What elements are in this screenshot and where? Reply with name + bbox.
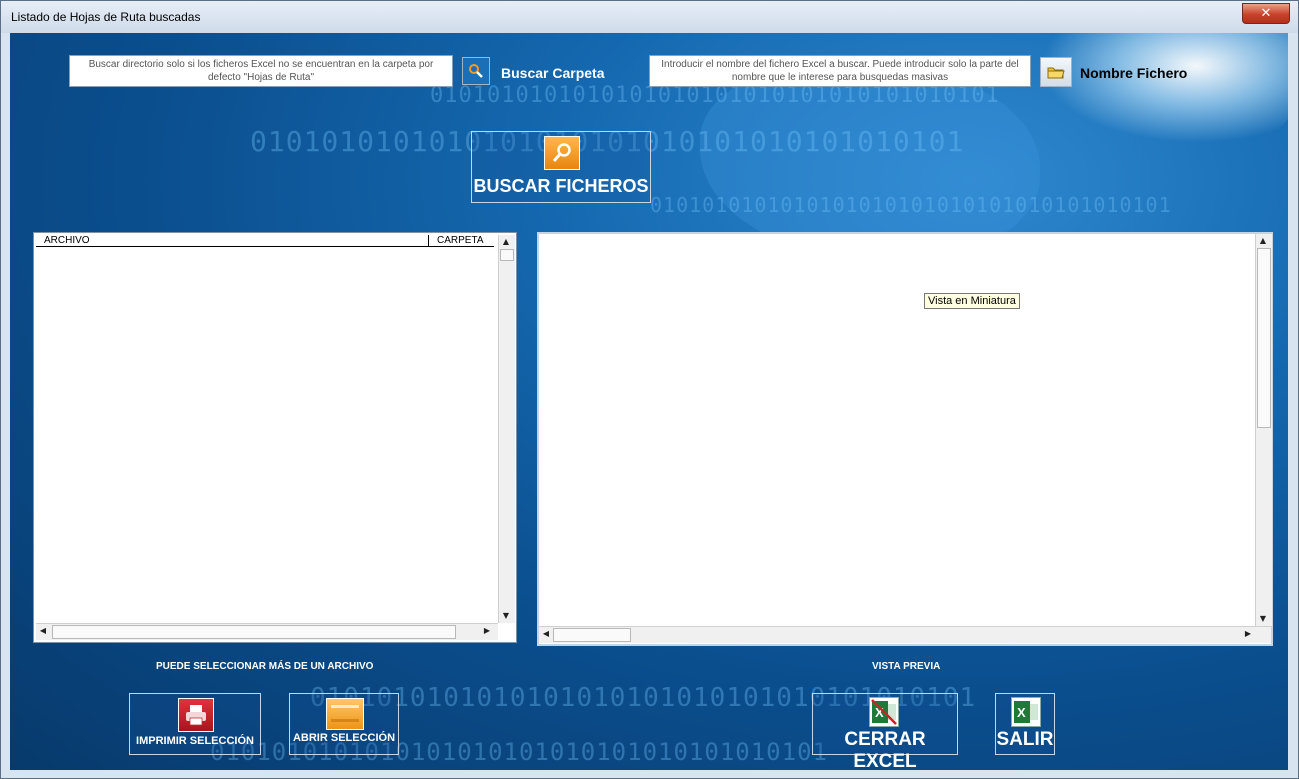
print-selection-label: IMPRIMIR SELECCIÓN bbox=[136, 735, 254, 747]
folder-search-field[interactable]: Buscar directorio solo si los ficheros E… bbox=[69, 55, 453, 87]
magnifier-icon bbox=[469, 64, 483, 78]
preview-pane[interactable]: ▲ ▼ ◀ ▶ Vista en Miniatura bbox=[537, 232, 1273, 646]
scroll-right-icon[interactable]: ▶ bbox=[480, 624, 494, 638]
scroll-thumb[interactable] bbox=[52, 625, 456, 639]
scroll-up-icon[interactable]: ▲ bbox=[499, 235, 513, 249]
file-list[interactable]: ARCHIVO CARPETA ▲ ▼ ◀ ▶ bbox=[33, 232, 517, 643]
scroll-up-icon[interactable]: ▲ bbox=[1256, 234, 1270, 248]
scroll-right-icon[interactable]: ▶ bbox=[1241, 627, 1255, 641]
close-excel-button[interactable]: X CERRAR EXCEL bbox=[812, 693, 958, 770]
file-name-button[interactable] bbox=[1040, 57, 1072, 87]
app-window: Listado de Hojas de Ruta buscadas ✕ 0101… bbox=[0, 0, 1299, 779]
window-title: Listado de Hojas de Ruta buscadas bbox=[11, 10, 201, 24]
close-excel-label: CERRAR EXCEL bbox=[844, 729, 926, 770]
exit-label: SALIR bbox=[996, 729, 1054, 750]
column-header-carpeta[interactable]: CARPETA bbox=[428, 235, 494, 247]
main-panel: 0101010101010101010101010101010101010101… bbox=[10, 33, 1288, 770]
excel-icon: X bbox=[1014, 701, 1038, 723]
print-icon-tile bbox=[178, 698, 214, 732]
preview-caption: VISTA PREVIA bbox=[872, 661, 941, 672]
horizontal-scrollbar[interactable]: ◀ ▶ bbox=[539, 626, 1271, 643]
search-files-label: BUSCAR FICHEROS bbox=[473, 176, 649, 196]
search-files-button[interactable]: BUSCAR FICHEROS bbox=[471, 131, 651, 203]
printer-icon bbox=[186, 705, 206, 726]
scroll-thumb[interactable] bbox=[1257, 248, 1271, 428]
title-bar: Listado de Hojas de Ruta buscadas ✕ bbox=[1, 1, 1298, 33]
excel-exit-icon: X bbox=[1011, 697, 1041, 727]
magnifier-icon bbox=[552, 143, 571, 162]
file-name-label[interactable]: Nombre Fichero bbox=[1080, 65, 1187, 81]
folder-icon bbox=[1047, 67, 1065, 79]
print-selection-button[interactable]: IMPRIMIR SELECCIÓN bbox=[129, 693, 261, 755]
open-selection-label: ABRIR SELECCIÓN bbox=[292, 732, 396, 744]
exit-button[interactable]: X SALIR bbox=[995, 693, 1055, 755]
open-selection-button[interactable]: ABRIR SELECCIÓN bbox=[289, 693, 399, 755]
column-header-archivo[interactable]: ARCHIVO bbox=[36, 235, 428, 247]
search-folder-button[interactable] bbox=[462, 57, 490, 85]
search-files-icon-tile bbox=[544, 136, 580, 170]
scroll-left-icon[interactable]: ◀ bbox=[36, 624, 50, 638]
thumbnail-tooltip: Vista en Miniatura bbox=[924, 293, 1020, 309]
scroll-thumb[interactable] bbox=[500, 249, 514, 261]
scroll-left-icon[interactable]: ◀ bbox=[539, 627, 553, 641]
binary-decoration: 0101010101010101010101010101010101010101 bbox=[650, 193, 1172, 217]
vertical-scrollbar[interactable]: ▲ ▼ bbox=[1255, 234, 1272, 626]
file-list-caption: PUEDE SELECCIONAR MÁS DE UN ARCHIVO bbox=[156, 661, 374, 672]
light-glow-decoration bbox=[1040, 33, 1288, 143]
folder-open-icon bbox=[331, 705, 359, 722]
open-icon-tile bbox=[326, 698, 364, 730]
close-button[interactable]: ✕ bbox=[1242, 3, 1290, 24]
file-name-field[interactable]: Introducir el nombre del fichero Excel a… bbox=[649, 55, 1031, 87]
search-folder-label[interactable]: Buscar Carpeta bbox=[501, 65, 605, 81]
excel-icon: X bbox=[871, 699, 897, 725]
horizontal-scrollbar[interactable]: ◀ ▶ bbox=[36, 623, 498, 640]
scroll-thumb[interactable] bbox=[553, 628, 631, 642]
vertical-scrollbar[interactable]: ▲ ▼ bbox=[498, 235, 515, 623]
scroll-down-icon[interactable]: ▼ bbox=[499, 609, 513, 623]
svg-text:X: X bbox=[1017, 705, 1026, 720]
excel-close-icon: X bbox=[869, 697, 899, 727]
scroll-down-icon[interactable]: ▼ bbox=[1256, 612, 1270, 626]
